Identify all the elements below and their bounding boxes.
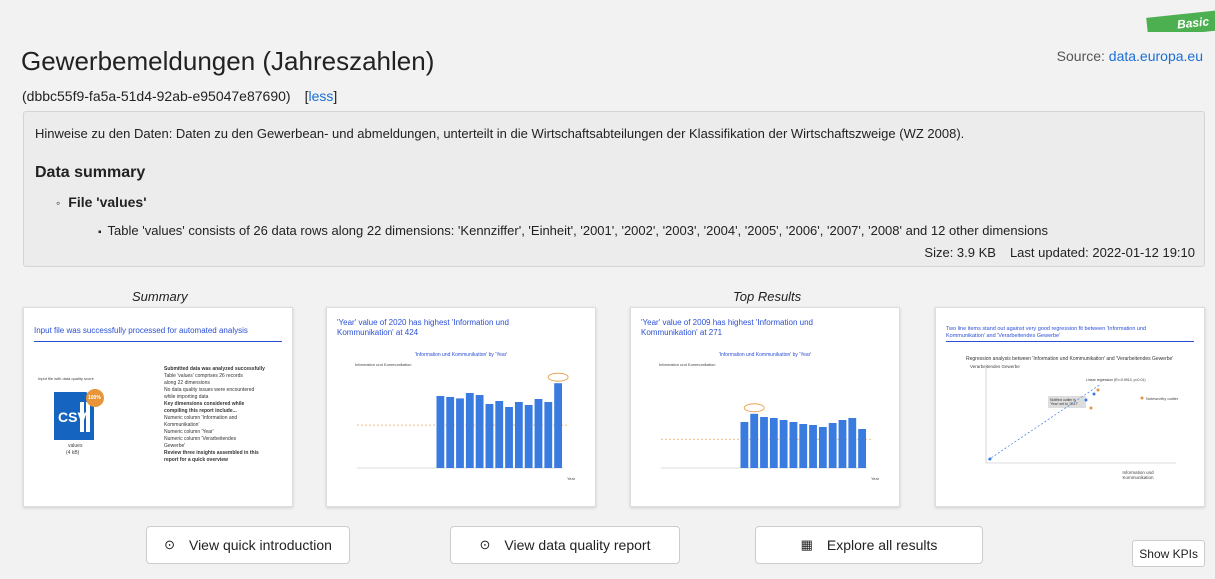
bar [446, 397, 455, 468]
view-quick-introduction-label: View quick introduction [188, 537, 332, 553]
bar [544, 402, 553, 468]
view-quick-introduction-button[interactable]: ⊙ View quick introduction [146, 526, 350, 564]
bar [848, 418, 857, 468]
bar [769, 418, 778, 468]
section-top-results-heading: Top Results [733, 289, 802, 304]
bar [514, 402, 523, 468]
file-meta: Size: 3.9 KB Last updated: 2022-01-12 19:… [924, 245, 1195, 260]
csv-label: CSV [58, 409, 87, 425]
summary-line: Key dimensions considered while [164, 401, 245, 407]
bar [485, 404, 494, 468]
result-card-1[interactable]: 'Year' value of 2020 has highest 'Inform… [326, 307, 596, 507]
result-card-3-chart [985, 368, 1176, 464]
data-summary-heading: Data summary [35, 164, 146, 181]
notes-hint: Hinweise zu den Daten: Daten zu den Gewe… [35, 126, 965, 141]
summary-line: along 22 dimensions [164, 380, 210, 386]
summary-line: Table 'values' comprises 26 records [164, 373, 243, 379]
summary-line: while importing data [164, 394, 209, 400]
bar [524, 405, 533, 468]
quality-score-badge: 100% [88, 395, 101, 401]
bar [789, 422, 798, 468]
highlight-marker [547, 372, 569, 382]
summary-line: No data quality issues were encountered [164, 387, 255, 393]
source: Source: data.europa.eu [1057, 48, 1203, 64]
plan-badge: Basic [1117, 0, 1215, 32]
source-link[interactable]: data.europa.eu [1109, 48, 1203, 64]
bar [740, 422, 749, 468]
bar [799, 424, 808, 468]
file-size: Size: 3.9 KB [924, 245, 996, 260]
explore-all-results-button[interactable]: ▦ Explore all results [755, 526, 983, 564]
explore-all-results-label: Explore all results [826, 537, 938, 553]
bar [475, 395, 484, 468]
table-description: Table 'values' consists of 26 data rows … [98, 223, 1048, 238]
view-data-quality-report-button[interactable]: ⊙ View data quality report [450, 526, 680, 564]
bar [554, 383, 562, 468]
grid-icon: ▦ [800, 537, 813, 552]
show-kpis-button[interactable]: Show KPIs [1132, 540, 1205, 567]
file-item: File 'values' [56, 194, 146, 210]
bar [838, 420, 847, 468]
source-label: Source: [1056, 48, 1105, 64]
bar [858, 429, 866, 468]
summary-line: compiling this report include... [164, 408, 237, 414]
bar [465, 393, 474, 468]
bar [456, 398, 464, 468]
result-card-1-chart [357, 372, 569, 469]
bar [750, 413, 759, 468]
dataset-notes-panel: Hinweise zu den Daten: Daten zu den Gewe… [23, 111, 1205, 267]
summary-line: Numeric column 'Year' [164, 429, 214, 435]
summary-line: Numeric column 'Verarbeitendes [164, 436, 237, 442]
summary-line: Numeric column 'Information and [164, 415, 238, 421]
page-title: Gewerbemeldungen (Jahreszahlen) [21, 46, 435, 76]
result-card-2-chart [661, 403, 873, 469]
plan-badge-label: Basic [1146, 8, 1215, 32]
less-link[interactable]: less [308, 88, 333, 104]
summary-lines: Submitted data was analyzed successfully… [164, 366, 292, 464]
summary-line: Kommunikation' [164, 422, 200, 428]
bar [534, 399, 543, 468]
result-card-3[interactable]: Two line items stand out against very go… [935, 307, 1205, 507]
bar [818, 427, 827, 468]
dataset-identifier: (dbbc55f9-fa5a-51d4-92ab-e95047e87690) [l… [22, 88, 338, 104]
bar [828, 423, 837, 468]
section-summary-heading: Summary [132, 289, 188, 304]
values-size: (4 kB) [66, 450, 80, 456]
play-circle-icon: ⊙ [164, 537, 175, 552]
bar [436, 396, 445, 468]
dataset-id: (dbbc55f9-fa5a-51d4-92ab-e95047e87690) [22, 88, 291, 104]
bar [760, 417, 768, 468]
highlight-marker [743, 403, 765, 413]
summary-card[interactable]: Input file was successfully processed fo… [23, 307, 293, 507]
result-card-2[interactable]: 'Year' value of 2009 has highest 'Inform… [630, 307, 900, 507]
bar [779, 420, 788, 468]
last-updated: Last updated: 2022-01-12 19:10 [1009, 245, 1195, 260]
values-label: values [68, 443, 83, 449]
bar [495, 401, 504, 468]
summary-line: Gewerbe' [164, 443, 186, 449]
bar [505, 407, 513, 468]
view-data-quality-report-label: View data quality report [504, 537, 651, 553]
bar [809, 425, 817, 468]
summary-line: Submitted data was analyzed successfully [164, 366, 265, 372]
play-circle-icon: ⊙ [479, 537, 491, 552]
summary-line: Review three insights assembled in this [164, 450, 259, 456]
summary-line: report for a quick overview [164, 457, 228, 463]
